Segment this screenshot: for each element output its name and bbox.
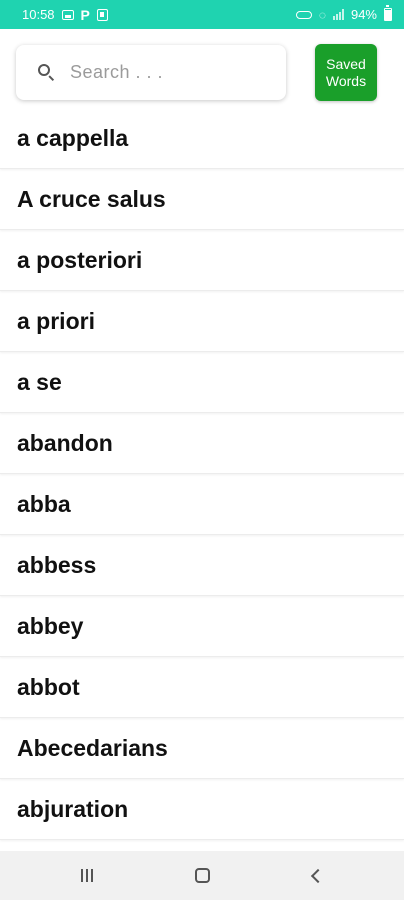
word-list-item[interactable]: abbot — [0, 657, 404, 718]
saved-words-line1: Saved — [326, 55, 366, 72]
p-icon: P — [80, 6, 90, 23]
word-list-item[interactable]: Abecedarians — [0, 718, 404, 779]
gallery-icon — [61, 9, 74, 20]
navigation-bar — [0, 851, 404, 900]
word-list-item[interactable]: abbey — [0, 596, 404, 657]
status-right: ◌ 94% — [295, 5, 392, 22]
link-icon — [295, 10, 312, 19]
word-list-item[interactable]: abbess — [0, 535, 404, 596]
word-list: a cappella A cruce salus a posteriori a … — [0, 108, 404, 851]
word-list-item[interactable]: a priori — [0, 291, 404, 352]
word-list-item[interactable]: a cappella — [0, 108, 404, 169]
saved-words-button[interactable]: Saved Words — [315, 44, 377, 101]
battery-percent: 94% — [350, 7, 377, 22]
battery-icon — [384, 5, 392, 21]
search-box[interactable] — [16, 45, 286, 100]
back-icon[interactable] — [310, 868, 325, 883]
status-time: 10:58 — [22, 7, 55, 22]
word-list-item[interactable]: A cruce salus — [0, 169, 404, 230]
box-icon — [96, 8, 108, 21]
word-list-item[interactable]: abandon — [0, 413, 404, 474]
header: Saved Words — [0, 29, 404, 113]
saved-words-line2: Words — [325, 72, 367, 89]
word-list-item[interactable]: abba — [0, 474, 404, 535]
word-list-item[interactable]: abjuration — [0, 779, 404, 840]
word-list-item[interactable]: a se — [0, 352, 404, 413]
wifi-icon: ◌ — [318, 7, 326, 22]
status-bar: 10:58 P ◌ 94% — [0, 0, 404, 29]
home-icon[interactable] — [195, 868, 211, 883]
recent-apps-icon[interactable] — [81, 869, 94, 882]
word-list-item[interactable]: a posteriori — [0, 230, 404, 291]
signal-icon — [332, 9, 344, 20]
search-icon — [38, 63, 56, 82]
search-input[interactable] — [70, 62, 260, 83]
status-left: 10:58 P — [22, 7, 108, 23]
